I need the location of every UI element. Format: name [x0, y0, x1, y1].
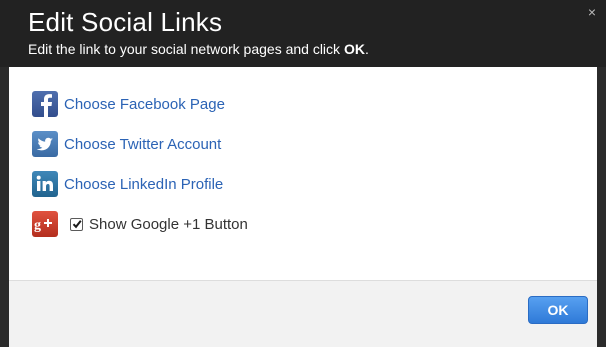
facebook-row[interactable]: Choose Facebook Page	[32, 90, 225, 118]
choose-facebook-link[interactable]: Choose Facebook Page	[64, 96, 225, 113]
google-plus-row: g Show Google +1 Button	[32, 210, 248, 238]
subtitle-suffix: .	[364, 41, 369, 57]
dialog-header: Edit Social Links Edit the link to your …	[0, 0, 606, 67]
ok-button[interactable]: OK	[528, 296, 588, 324]
dialog-subtitle: Edit the link to your social network pag…	[28, 41, 369, 57]
dialog-title: Edit Social Links	[28, 7, 223, 37]
close-icon[interactable]: ×	[588, 4, 596, 20]
subtitle-prefix: Edit the link to your social network pag…	[28, 41, 344, 57]
dialog-content: Choose Facebook Page Choose Twitter Acco…	[9, 67, 597, 280]
dialog-footer: OK	[9, 280, 597, 347]
facebook-icon	[32, 91, 58, 117]
choose-twitter-link[interactable]: Choose Twitter Account	[64, 136, 221, 153]
google-plus-checkbox[interactable]	[70, 217, 83, 231]
subtitle-bold: OK	[343, 41, 365, 57]
svg-text:g: g	[34, 218, 41, 233]
google-plus-icon: g	[32, 211, 58, 237]
linkedin-row[interactable]: Choose LinkedIn Profile	[32, 170, 223, 198]
choose-linkedin-link[interactable]: Choose LinkedIn Profile	[64, 176, 223, 193]
twitter-icon	[32, 131, 58, 157]
twitter-row[interactable]: Choose Twitter Account	[32, 130, 221, 158]
edit-social-links-dialog: Edit Social Links Edit the link to your …	[0, 0, 606, 347]
google-plus-checkbox-label[interactable]: Show Google +1 Button	[89, 216, 248, 233]
linkedin-icon	[32, 171, 58, 197]
